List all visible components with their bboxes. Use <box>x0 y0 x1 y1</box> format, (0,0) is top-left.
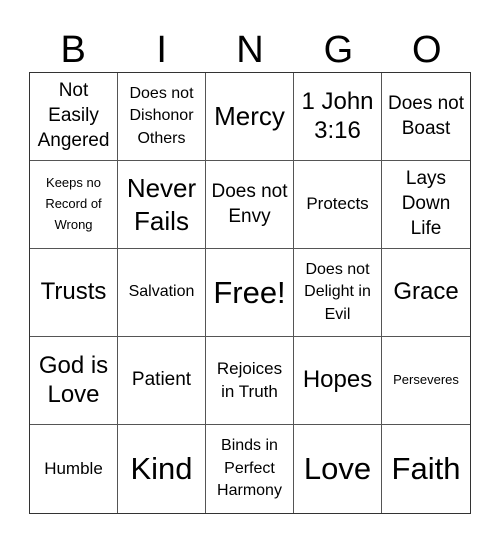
bingo-cell[interactable]: Rejoices in Truth <box>206 337 294 425</box>
bingo-cell[interactable]: Humble <box>30 425 118 513</box>
header-letter-g: G <box>323 29 354 71</box>
bingo-cell[interactable]: Perseveres <box>382 337 470 425</box>
bingo-cell[interactable]: Patient <box>118 337 206 425</box>
bingo-cell[interactable]: Does not Dishonor Others <box>118 73 206 161</box>
bingo-cell[interactable]: Grace <box>382 249 470 337</box>
bingo-cell[interactable]: Love <box>294 425 382 513</box>
header-letter-n: N <box>236 29 264 71</box>
bingo-cell[interactable]: Faith <box>382 425 470 513</box>
bingo-cell[interactable]: Protects <box>294 161 382 249</box>
bingo-cell[interactable]: Kind <box>118 425 206 513</box>
bingo-cell[interactable]: Never Fails <box>118 161 206 249</box>
bingo-cell[interactable]: Trusts <box>30 249 118 337</box>
bingo-cell[interactable]: Does not Delight in Evil <box>294 249 382 337</box>
bingo-cell[interactable]: Not Easily Angered <box>30 73 118 161</box>
bingo-cell[interactable]: Does not Envy <box>206 161 294 249</box>
bingo-cell[interactable]: Salvation <box>118 249 206 337</box>
bingo-cell[interactable]: Keeps no Record of Wrong <box>30 161 118 249</box>
header-letter-o: O <box>412 29 442 71</box>
bingo-header: B I N G O <box>29 28 471 72</box>
bingo-cell[interactable]: Mercy <box>206 73 294 161</box>
bingo-cell[interactable]: God is Love <box>30 337 118 425</box>
header-letter-i: I <box>156 29 167 71</box>
bingo-cell[interactable]: Hopes <box>294 337 382 425</box>
bingo-cell[interactable]: Binds in Perfect Harmony <box>206 425 294 513</box>
bingo-cell[interactable]: Lays Down Life <box>382 161 470 249</box>
bingo-cell[interactable]: Does not Boast <box>382 73 470 161</box>
bingo-board: Not Easily Angered Does not Dishonor Oth… <box>29 72 471 514</box>
bingo-cell[interactable]: 1 John 3:16 <box>294 73 382 161</box>
header-letter-b: B <box>60 29 86 71</box>
free-space[interactable]: Free! <box>206 249 294 337</box>
